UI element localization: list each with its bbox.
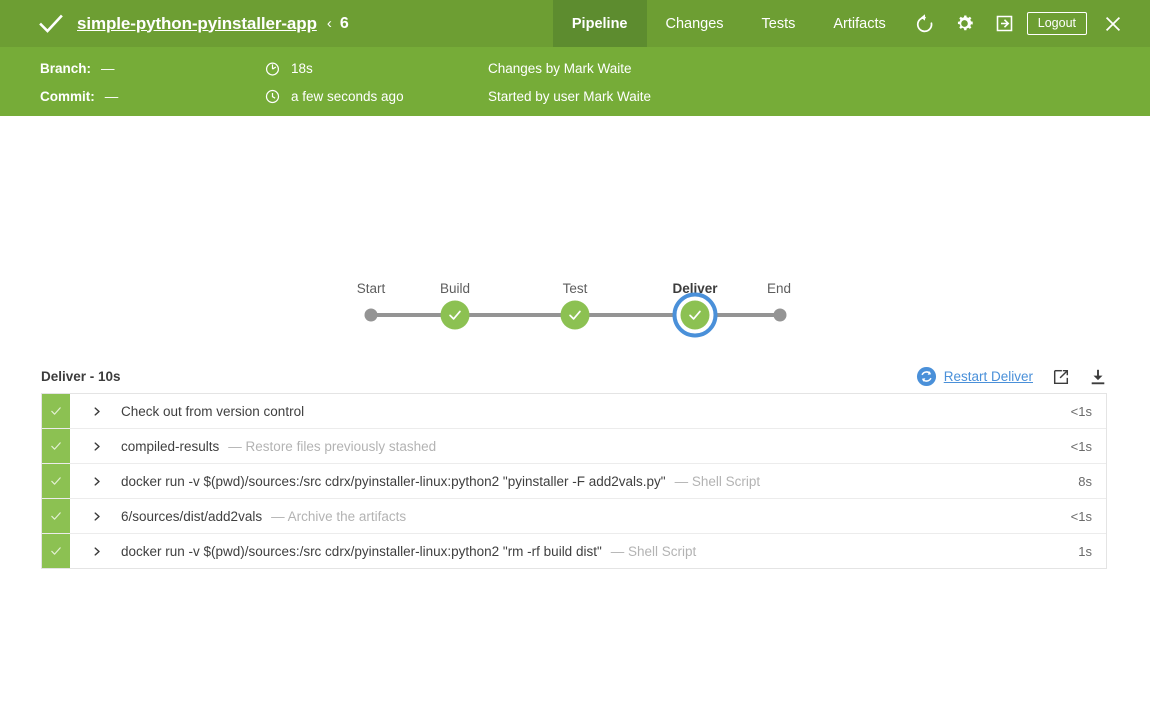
login-arrow-icon[interactable] — [985, 0, 1025, 47]
duration-info: 18s — [265, 59, 485, 77]
commit-value: — — [104, 88, 119, 104]
tab-changes[interactable]: Changes — [647, 0, 743, 47]
duration-value: 18s — [291, 60, 313, 76]
branch-info: Branch: — — [40, 59, 270, 77]
chevron-right-icon[interactable] — [70, 429, 110, 463]
run-number: 6 — [339, 14, 349, 32]
chevron-right-icon[interactable] — [70, 394, 110, 428]
selected-ring — [672, 292, 718, 338]
graph-node-test[interactable] — [560, 300, 590, 330]
open-in-new-icon[interactable] — [1052, 368, 1070, 386]
step-status-success — [42, 394, 70, 428]
table-row[interactable]: compiled-results — Restore files previou… — [42, 429, 1106, 464]
step-status-success — [42, 429, 70, 463]
download-icon[interactable] — [1089, 368, 1107, 386]
stopwatch-icon — [265, 61, 280, 76]
graph-label-end: End — [766, 281, 792, 296]
step-description: — Shell Script — [610, 543, 697, 559]
chevron-right-icon[interactable] — [70, 499, 110, 533]
step-name: compiled-results — [121, 438, 220, 454]
clock-icon — [265, 89, 280, 104]
changes-by-value: Changes by Mark Waite — [488, 60, 632, 76]
step-name: docker run -v $(pwd)/sources:/src cdrx/p… — [121, 543, 602, 559]
graph-node-deliver[interactable] — [672, 292, 718, 338]
step-duration: <1s — [1070, 508, 1092, 524]
graph-label-build: Build — [439, 281, 471, 296]
idle-dot-icon — [773, 308, 787, 322]
check-icon — [38, 11, 64, 37]
started-by-value: Started by user Mark Waite — [488, 88, 652, 104]
step-duration: <1s — [1070, 438, 1092, 454]
steps-list: Check out from version control <1s compi… — [41, 393, 1107, 569]
header-identity: simple-python-pyinstaller-app ‹ 6 — [0, 0, 349, 47]
table-row[interactable]: 6/sources/dist/add2vals — Archive the ar… — [42, 499, 1106, 534]
branch-value: — — [101, 60, 115, 76]
step-name: 6/sources/dist/add2vals — [121, 508, 263, 524]
graph-node-end[interactable] — [773, 308, 787, 322]
tab-tests[interactable]: Tests — [743, 0, 815, 47]
step-status-success — [42, 499, 70, 533]
tab-artifacts[interactable]: Artifacts — [814, 0, 904, 47]
step-status-success — [42, 464, 70, 498]
stage-steps-panel: Deliver - 10s Restart Deliver Check out … — [41, 360, 1107, 569]
project-name-link[interactable]: simple-python-pyinstaller-app — [77, 14, 317, 34]
step-duration: <1s — [1070, 403, 1092, 419]
gear-icon[interactable] — [945, 0, 985, 47]
step-content: compiled-results — Restore files previou… — [110, 429, 1071, 463]
step-content: docker run -v $(pwd)/sources:/src cdrx/p… — [110, 464, 1078, 498]
table-row[interactable]: docker run -v $(pwd)/sources:/src cdrx/p… — [42, 464, 1106, 499]
pipeline-graph: Start Build Test Deliver End — [0, 116, 1150, 338]
header-actions: Logout — [905, 0, 1150, 47]
header-tabs: Pipeline Changes Tests Artifacts — [552, 0, 905, 47]
run-metadata-bar: Branch: — Commit: — 18s a few seconds ag… — [0, 47, 1150, 116]
tab-pipeline[interactable]: Pipeline — [552, 0, 647, 47]
chevron-right-icon[interactable] — [70, 534, 110, 568]
logout-button[interactable]: Logout — [1026, 11, 1087, 36]
step-description: — Restore files previously stashed — [228, 438, 437, 454]
app-header: simple-python-pyinstaller-app ‹ 6 Pipeli… — [0, 0, 1150, 47]
success-check-icon — [440, 300, 470, 330]
step-content: docker run -v $(pwd)/sources:/src cdrx/p… — [110, 534, 1078, 568]
started-by: Started by user Mark Waite — [488, 87, 651, 105]
step-name: Check out from version control — [121, 403, 305, 419]
commit-info: Commit: — — [40, 87, 270, 105]
time-value: a few seconds ago — [291, 88, 404, 104]
step-content: Check out from version control — [110, 394, 1071, 428]
time-info: a few seconds ago — [265, 87, 485, 105]
chevron-right-icon[interactable] — [70, 464, 110, 498]
success-check-icon — [680, 300, 710, 330]
idle-dot-icon — [364, 308, 378, 322]
success-check-icon — [560, 300, 590, 330]
replay-icon[interactable] — [905, 0, 945, 47]
restart-stage-button[interactable]: Restart Deliver — [916, 366, 1033, 387]
restart-stage-link[interactable]: Restart Deliver — [944, 369, 1033, 384]
changes-by: Changes by Mark Waite — [488, 59, 632, 77]
step-description: — Shell Script — [674, 473, 761, 489]
step-status-success — [42, 534, 70, 568]
step-description: — Archive the artifacts — [271, 508, 407, 524]
graph-edge-build-test — [455, 313, 575, 317]
table-row[interactable]: docker run -v $(pwd)/sources:/src cdrx/p… — [42, 534, 1106, 568]
graph-node-build[interactable] — [440, 300, 470, 330]
chevron-left-icon: ‹ — [326, 15, 332, 32]
step-duration: 1s — [1078, 543, 1092, 559]
stage-title: Deliver - 10s — [41, 369, 121, 384]
restart-circle-icon — [916, 366, 937, 387]
close-icon[interactable] — [1093, 0, 1133, 47]
graph-label-start: Start — [356, 281, 386, 296]
step-content: 6/sources/dist/add2vals — Archive the ar… — [110, 499, 1071, 533]
branch-label: Branch: — [40, 60, 92, 76]
stage-header: Deliver - 10s Restart Deliver — [41, 360, 1107, 393]
graph-label-test: Test — [562, 281, 588, 296]
step-name: docker run -v $(pwd)/sources:/src cdrx/p… — [121, 473, 666, 489]
graph-node-start[interactable] — [364, 308, 378, 322]
table-row[interactable]: Check out from version control <1s — [42, 394, 1106, 429]
header-spacer — [349, 0, 553, 47]
commit-label: Commit: — [40, 88, 95, 104]
step-duration: 8s — [1078, 473, 1092, 489]
